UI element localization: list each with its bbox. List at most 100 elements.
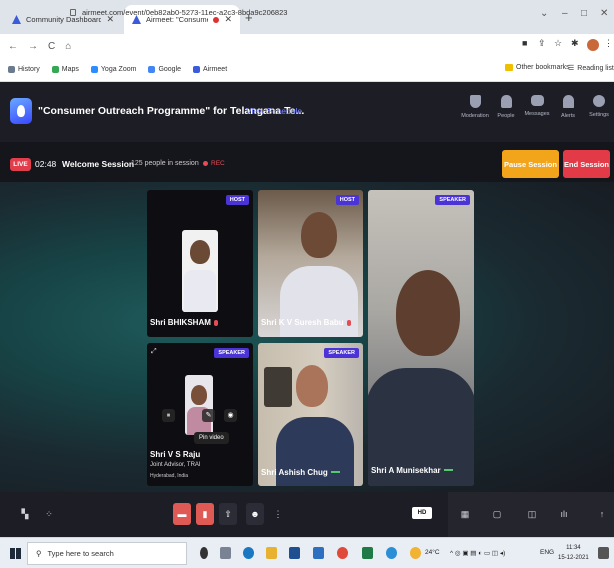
participant-designation: Joint Advisor, TRAI (150, 462, 201, 468)
emoji-reaction-button[interactable]: ☻ (246, 503, 264, 525)
close-window-button[interactable]: ✕ (600, 8, 608, 19)
taskbar-clock[interactable]: 11:34 15-12-2021 (558, 543, 589, 563)
airmeet-logo-icon (10, 98, 32, 124)
airmeet-favicon-icon (12, 15, 21, 24)
url-text: airmeet.com/event/0eb82ab0-5273-11ec-a2c… (82, 7, 288, 17)
speaker-badge: SPEAKER (435, 195, 470, 205)
windows-start-icon[interactable] (10, 548, 21, 559)
mail-icon[interactable] (313, 547, 324, 559)
url-field[interactable]: airmeet.com/event/0eb82ab0-5273-11ec-a2c… (70, 3, 520, 21)
taskbar-search[interactable]: ⚲ Type here to search (27, 542, 187, 565)
pin-icon[interactable]: ✎ (202, 409, 215, 422)
participant-tile[interactable]: HOST Shri BHIKSHAM (147, 190, 253, 337)
shield-icon (469, 95, 481, 108)
more-options-icon[interactable]: ⋮ (269, 503, 287, 525)
folder-icon (505, 64, 513, 71)
participant-tile[interactable]: HOST Shri K V Suresh Babu (258, 190, 363, 337)
tab-search-icon[interactable]: ⌄ (540, 8, 548, 19)
edge-icon[interactable] (243, 547, 254, 559)
excel-icon[interactable] (362, 547, 373, 559)
camera-icon[interactable]: ■ (522, 38, 527, 48)
bookmark-yoga-zoom[interactable]: Yoga Zoom (90, 66, 136, 73)
profile-photo (182, 230, 218, 312)
gear-icon (593, 95, 605, 107)
event-header: "Consumer Outreach Programme" for Telang… (0, 82, 614, 142)
expand-icon[interactable]: ⤢ (151, 348, 157, 356)
notifications-icon[interactable] (598, 547, 609, 559)
hd-quality-button[interactable]: HD (412, 507, 432, 519)
nav-messages[interactable]: Messages (522, 95, 552, 117)
participant-tile[interactable]: ⤢ SPEAKER ⏸ ✎ ◉ Shri V S Raju Joint Advi… (147, 343, 253, 486)
browser-menu-icon[interactable]: ⋮ (604, 38, 613, 49)
minimize-button[interactable]: – (562, 8, 568, 19)
screen-share-button[interactable]: ⇧ (219, 503, 237, 525)
app-icon[interactable] (386, 547, 397, 559)
view-schedule-link[interactable]: View Schedule (246, 106, 302, 116)
pause-session-button[interactable]: Pause Session (502, 150, 559, 178)
zoom-icon (90, 66, 98, 73)
profile-photo (185, 375, 213, 435)
reading-list-button[interactable]: ☰ Reading list (568, 64, 614, 73)
camera-off-button[interactable]: ▬ (173, 503, 191, 525)
session-controls: ▚ ⁘ ▬ ▮ ⇧ ☻ ⋮ HD ▦ ▢ ◫ ılı ↑ (0, 492, 614, 537)
search-placeholder: Type here to search (47, 549, 114, 558)
recording-status: REC (203, 160, 225, 167)
forward-icon[interactable]: → (28, 41, 38, 52)
end-session-button[interactable]: End Session (563, 150, 610, 178)
cortana-icon[interactable] (200, 547, 208, 559)
polls-icon[interactable]: ılı (555, 503, 573, 525)
bookmark-google[interactable]: Google (148, 66, 181, 73)
bookmark-history[interactable]: History (8, 66, 40, 73)
participant-name: Shri V S Raju (150, 450, 201, 459)
speaking-indicator-icon (330, 471, 340, 473)
system-tray-icons[interactable]: ^ ◎ ▣ ▤ ◐ ▭ ◫ ◂) (450, 549, 505, 557)
bookmark-maps[interactable]: Maps (51, 66, 79, 73)
speaker-badge: SPEAKER (214, 348, 249, 358)
participant-name: Shri A Munisekhar (371, 466, 453, 475)
weather-temperature[interactable]: 24°C (425, 549, 440, 556)
airmeet-icon (193, 66, 201, 73)
participant-name: Shri BHIKSHAM (150, 318, 218, 327)
profile-avatar[interactable] (587, 39, 599, 51)
live-badge: LIVE (10, 158, 31, 171)
store-icon[interactable] (289, 547, 300, 559)
reading-list-icon: ☰ (568, 65, 575, 72)
emblem-sign (264, 367, 292, 407)
mic-off-button[interactable]: ▮ (196, 503, 214, 525)
task-view-icon[interactable] (220, 547, 231, 559)
bookmark-airmeet[interactable]: Airmeet (193, 66, 227, 73)
nav-alerts[interactable]: Alerts (553, 95, 583, 119)
clock-date: 15-12-2021 (558, 555, 589, 561)
participant-tile[interactable]: SPEAKER Shri Ashish Chug (258, 343, 363, 486)
file-explorer-icon[interactable] (266, 547, 277, 559)
participant-tile[interactable]: SPEAKER Shri A Munisekhar (368, 190, 474, 486)
weather-icon (410, 547, 421, 559)
mic-muted-icon (346, 320, 351, 326)
reload-icon[interactable]: C (48, 41, 55, 52)
bookmark-star-icon[interactable]: ☆ (554, 38, 562, 49)
qna-icon[interactable]: ◫ (523, 503, 541, 525)
more-options-icon[interactable]: ◉ (224, 409, 237, 422)
raise-hand-icon[interactable]: ↑ (593, 503, 611, 525)
maximize-button[interactable]: □ (581, 8, 587, 19)
back-icon[interactable]: ← (8, 41, 18, 52)
home-icon[interactable]: ⌂ (65, 41, 71, 52)
history-icon (8, 66, 15, 73)
share-icon[interactable]: ⇪ (538, 38, 546, 49)
other-bookmarks-button[interactable]: Other bookmarks (505, 64, 570, 71)
clock-time: 11:34 (566, 545, 581, 551)
language-indicator[interactable]: ENG (540, 549, 554, 556)
nav-moderation[interactable]: Moderation (460, 95, 490, 119)
participants-icon[interactable]: ⁘ (40, 503, 58, 525)
backstage-icon[interactable]: ▚ (16, 503, 34, 525)
nav-settings[interactable]: Settings (584, 95, 614, 118)
extensions-icon[interactable]: ✱ (571, 38, 579, 49)
layout-grid-icon[interactable]: ▦ (456, 503, 474, 525)
chrome-icon[interactable] (337, 547, 348, 559)
mute-participant-icon[interactable]: ⏸ (162, 409, 175, 422)
nav-people[interactable]: People (491, 95, 521, 119)
chat-icon[interactable]: ▢ (488, 503, 506, 525)
messages-icon (530, 95, 544, 106)
session-name: Welcome Session (62, 159, 135, 169)
search-icon: ⚲ (36, 549, 42, 558)
